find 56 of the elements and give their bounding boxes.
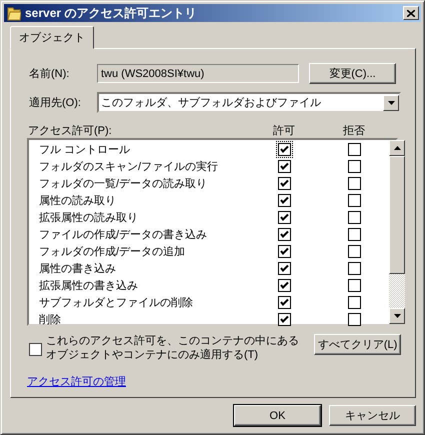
- tab[interactable]: オブジェクト: [10, 26, 94, 49]
- permission-name: サブフォルダとファイルの削除: [38, 296, 194, 310]
- change-button[interactable]: 変更(C)...: [309, 63, 396, 84]
- dialog-button[interactable]: キャンセル: [329, 405, 416, 426]
- name-field: twu (WS2008SI¥twu): [97, 64, 299, 83]
- window-title: server のアクセス許可エントリ: [25, 4, 198, 22]
- permission-name: 拡張属性の書き込み: [38, 279, 139, 293]
- close-button[interactable]: [403, 6, 419, 20]
- checkbox[interactable]: [348, 262, 360, 275]
- checkbox[interactable]: [348, 160, 360, 173]
- column-header: 許可: [272, 124, 296, 138]
- dialog-button[interactable]: OK: [234, 405, 321, 426]
- checkbox[interactable]: [348, 143, 360, 156]
- checkbox[interactable]: [278, 262, 290, 275]
- permission-name: 拡張属性の読み取り: [38, 211, 139, 225]
- checkbox[interactable]: [29, 343, 42, 356]
- permission-name: フォルダの作成/データの追加: [38, 245, 186, 259]
- close-icon: [407, 10, 415, 16]
- checkbox[interactable]: [348, 211, 360, 224]
- checkbox-label: これらのアクセス許可を、このコンテナの中にあるオブジェクトやコンテナにのみ適用する(T): [46, 334, 300, 362]
- checkbox[interactable]: [278, 296, 290, 309]
- permission-name: 属性の読み取り: [38, 194, 117, 208]
- scroll-down-icon[interactable]: [394, 314, 400, 318]
- checkbox[interactable]: [278, 177, 290, 190]
- permission-name: フォルダのスキャン/ファイルの実行: [38, 160, 220, 174]
- apply-to-dropdown[interactable]: このフォルダ、サブフォルダおよびファイル: [97, 92, 401, 113]
- clear-all-button[interactable]: すべてクリア(L): [314, 334, 401, 355]
- permission-name: 属性の書き込み: [38, 262, 117, 276]
- checkbox[interactable]: [348, 228, 360, 241]
- folder-icon: [7, 5, 21, 21]
- field-label: 名前(N):: [28, 67, 70, 81]
- permission-name: フル コントロール: [38, 143, 132, 157]
- column-header: 拒否: [342, 124, 366, 138]
- checkbox[interactable]: [348, 279, 360, 292]
- permissions-label: アクセス許可(P):: [27, 124, 113, 138]
- permission-name: フォルダの一覧/データの読み取り: [38, 177, 208, 191]
- checkbox[interactable]: [348, 194, 360, 207]
- checkbox[interactable]: [348, 177, 360, 190]
- scroll-thumb[interactable]: [389, 156, 405, 274]
- checkbox[interactable]: [278, 313, 290, 326]
- checkbox[interactable]: [348, 245, 360, 258]
- checkbox[interactable]: [278, 245, 290, 258]
- checkbox[interactable]: [348, 296, 360, 309]
- permission-name: 削除: [38, 313, 62, 327]
- scroll-up-icon[interactable]: [394, 146, 400, 150]
- checkbox[interactable]: [278, 160, 290, 173]
- permission-name: ファイルの作成/データの書き込み: [38, 228, 208, 242]
- checkbox[interactable]: [348, 313, 360, 326]
- checkbox[interactable]: [278, 194, 290, 207]
- scrollbar[interactable]: [389, 140, 405, 324]
- manage-permissions-link[interactable]: アクセス許可の管理: [27, 374, 126, 389]
- checkbox[interactable]: [278, 228, 290, 241]
- dropdown-arrow-icon: [388, 100, 394, 104]
- checkbox[interactable]: [278, 211, 290, 224]
- checkbox[interactable]: [278, 279, 290, 292]
- field-label: 適用先(O):: [28, 96, 82, 110]
